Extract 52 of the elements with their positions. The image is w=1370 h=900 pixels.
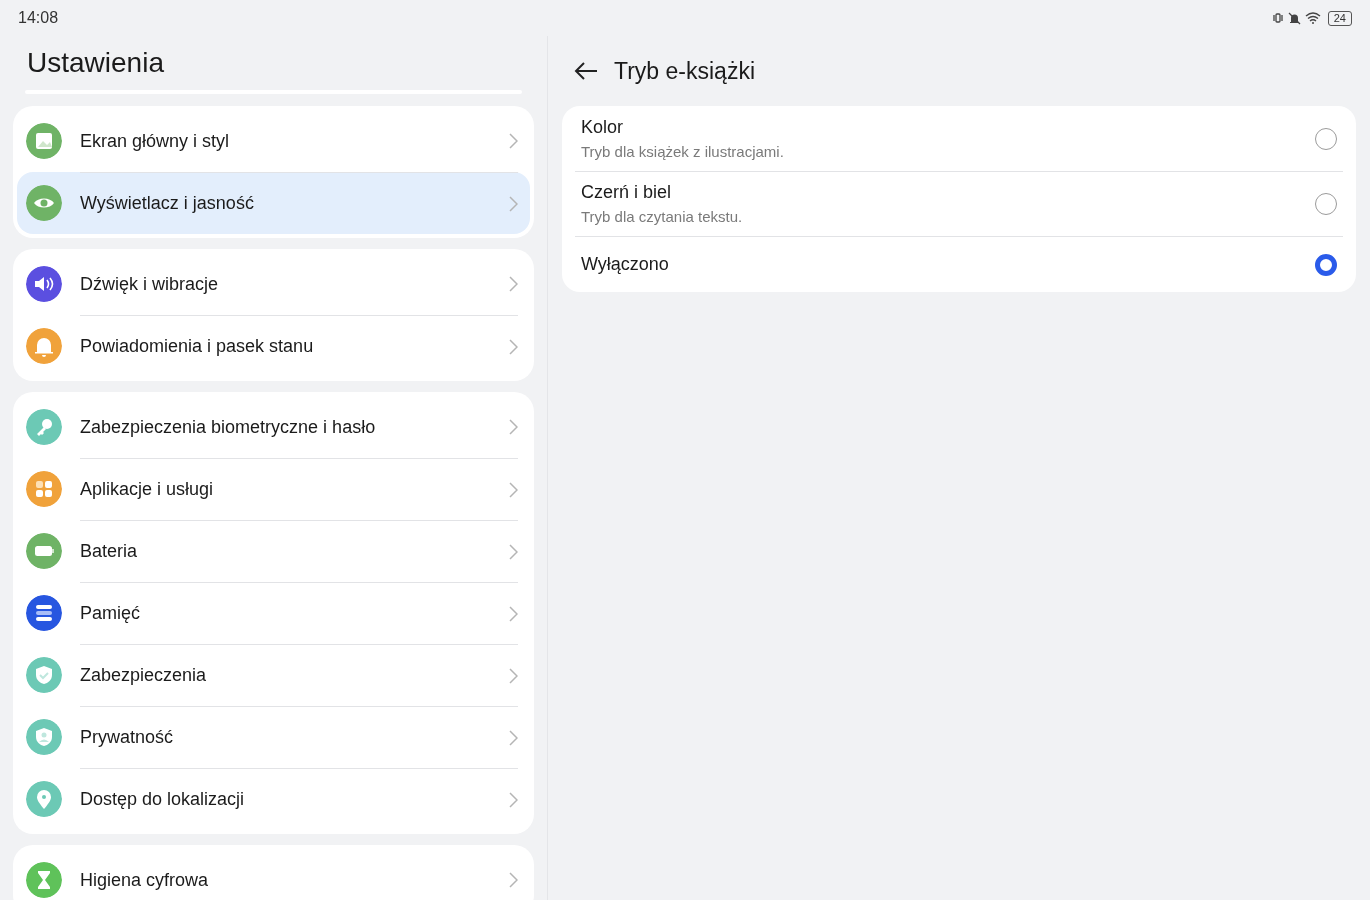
settings-title: Ustawienia (26, 46, 165, 80)
chevron-right-icon (509, 872, 518, 888)
chevron-right-icon (509, 133, 518, 149)
settings-item[interactable]: Dźwięk i wibracje (17, 253, 530, 315)
settings-item[interactable]: Ekran główny i styl (17, 110, 530, 172)
chevron-right-icon (509, 667, 518, 684)
key-icon (26, 409, 62, 445)
settings-item[interactable]: Bateria (17, 520, 530, 582)
shield-icon (26, 657, 62, 693)
chevron-right-icon (509, 481, 518, 498)
option-row[interactable]: Czerń i biel Tryb dla czytania tekstu. (575, 171, 1343, 236)
option-label: Kolor (581, 115, 625, 139)
vibrate-icon (1271, 12, 1284, 24)
back-arrow-icon[interactable] (574, 61, 598, 81)
option-description: Tryb dla książek z ilustracjami. (581, 141, 784, 162)
battery-indicator: 24 (1327, 10, 1352, 26)
grid-icon (26, 471, 62, 507)
option-description: Tryb dla czytania tekstu. (581, 207, 743, 228)
settings-item[interactable]: Wyświetlacz i jasność (17, 172, 530, 234)
page-title: Tryb e-książki (614, 56, 755, 86)
wifi-icon (1304, 12, 1321, 24)
speaker-icon (26, 266, 62, 302)
storage-icon (26, 595, 62, 631)
battery-icon (26, 533, 62, 569)
chevron-right-icon (509, 276, 518, 292)
shield-person-icon (26, 719, 62, 755)
settings-item[interactable]: Pamięć (17, 582, 530, 644)
settings-item[interactable]: Aplikacje i usługi (17, 458, 530, 520)
radio-button[interactable] (1315, 253, 1337, 276)
settings-item[interactable]: Higiena cyfrowa (17, 849, 530, 900)
bell-muted-icon (1287, 11, 1301, 25)
settings-item[interactable]: Zabezpieczenia biometryczne i hasło (17, 396, 530, 458)
settings-item[interactable]: Dostęp do lokalizacji (17, 768, 530, 830)
chevron-right-icon (509, 729, 518, 746)
bell-icon (26, 328, 62, 364)
settings-item[interactable]: Powiadomienia i pasek stanu (17, 315, 530, 377)
eye-icon (26, 185, 62, 221)
image-icon (26, 123, 62, 159)
chevron-right-icon (509, 543, 518, 560)
chevron-right-icon (509, 195, 518, 212)
settings-item[interactable]: Prywatność (17, 706, 530, 768)
option-row[interactable]: Kolor Tryb dla książek z ilustracjami. (575, 106, 1343, 171)
chevron-right-icon (509, 338, 518, 355)
option-label: Wyłączono (581, 253, 669, 276)
option-label: Czerń i biel (581, 181, 673, 205)
option-row[interactable]: Wyłączono (575, 236, 1343, 292)
chevron-right-icon (509, 791, 518, 808)
chevron-right-icon (509, 605, 518, 622)
chevron-right-icon (509, 419, 518, 435)
location-pin-icon (26, 781, 62, 817)
settings-item[interactable]: Zabezpieczenia (17, 644, 530, 706)
status-time: 14:08 (18, 8, 59, 28)
